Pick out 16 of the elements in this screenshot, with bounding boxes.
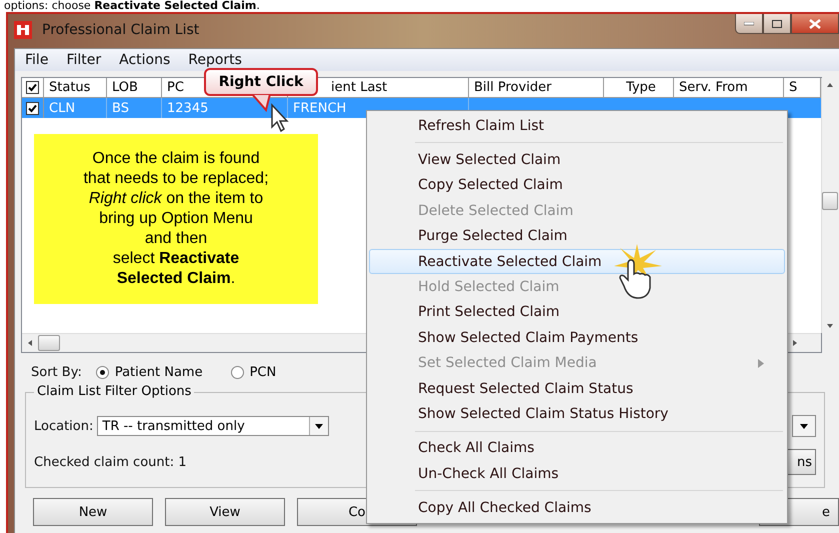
note-text: and then <box>144 229 208 249</box>
claim-count: Checked claim count: 1 <box>34 454 187 470</box>
table-cell: BS <box>107 98 162 118</box>
group-title: Claim List Filter Options <box>34 384 194 399</box>
window-title: Professional Claim List <box>42 22 200 38</box>
note-text: select Reactivate <box>112 249 240 269</box>
location-label: Location: <box>34 418 94 434</box>
note-text: bring up Option Menu <box>99 209 253 229</box>
sort-label: Sort By: <box>31 365 82 380</box>
note-text: Selected Claim. <box>116 269 236 289</box>
caption-text: options: choose Reactivate Selected Claim. <box>3 0 261 12</box>
note-text: that needs to be replaced; <box>83 169 269 189</box>
note-text: Once the claim is found <box>92 149 260 169</box>
right-click-callout: Right Click <box>204 68 318 96</box>
note-text: Right click on the item to <box>88 189 264 209</box>
table-cell: CLN <box>44 98 107 118</box>
